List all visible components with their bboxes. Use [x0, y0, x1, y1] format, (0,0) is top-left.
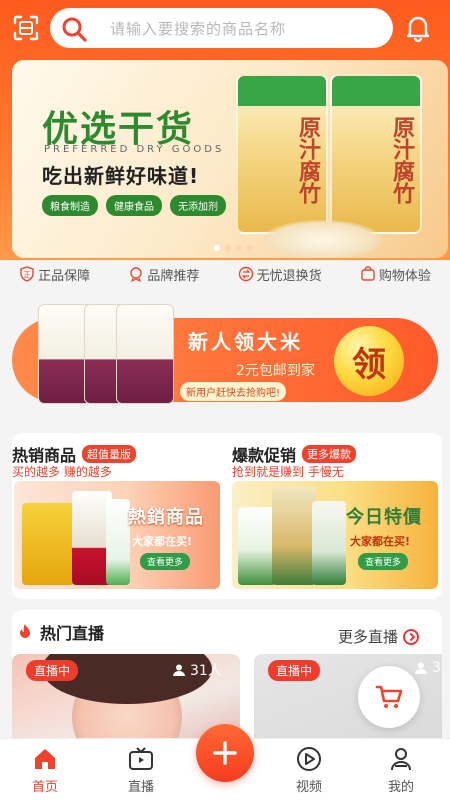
hot-image-title: 熱銷商品: [128, 507, 204, 528]
feature-label: 购物体验: [378, 268, 431, 284]
feature-label: 无忧退换货: [256, 268, 322, 284]
tab-home[interactable]: 首页: [10, 745, 80, 795]
bell-icon[interactable]: [403, 13, 433, 43]
banner-tagline: 吃出新鲜好味道!: [42, 164, 200, 188]
promo-subtitle: 2元包邮到家: [236, 363, 315, 379]
play-icon: [297, 747, 321, 771]
authentic-icon: 正: [20, 266, 34, 282]
user-icon: [391, 748, 411, 771]
hot-products-image[interactable]: 熱銷商品 大家都在买! 查看更多: [14, 481, 220, 589]
live-title: 热门直播: [40, 624, 105, 643]
chevron-right-icon: [403, 628, 420, 645]
rice-bag-image: [238, 507, 276, 585]
feature-shopping[interactable]: 购物体验: [360, 265, 431, 284]
live-card[interactable]: 直播中 31人: [12, 654, 240, 740]
pagination-dot[interactable]: [214, 245, 220, 251]
search-icon: [60, 15, 88, 43]
promo-banner[interactable]: 优选干货 PREFERRED DRY GOODS 吃出新鲜好味道! 粮食制造 健…: [12, 60, 448, 258]
pagination-dot[interactable]: [236, 245, 242, 251]
viewer-count: 31人: [172, 660, 222, 680]
search-placeholder: 请输入要搜索的商品名称: [110, 20, 287, 38]
tab-label: 我的: [387, 780, 414, 795]
rice-bag-image: [116, 304, 174, 404]
oil-bottle-image: [22, 503, 74, 585]
tab-label: 直播: [127, 780, 154, 795]
scan-icon[interactable]: [12, 14, 40, 42]
banner-tag: 无添加剂: [170, 195, 226, 216]
viewer-count-text: 3: [432, 660, 441, 676]
exchange-icon: [238, 266, 253, 282]
rice-bag-image: [312, 501, 346, 585]
tab-label: 首页: [31, 780, 58, 795]
product-bag-text: 原汁腐竹: [295, 116, 320, 204]
search-input[interactable]: 请输入要搜索的商品名称: [50, 8, 393, 48]
viewer-icon: [415, 662, 427, 674]
promo-caption: 新用户赶快去抢购吧!: [180, 382, 287, 401]
tab-mine[interactable]: 我的: [366, 745, 436, 795]
live-badge: 直播中: [26, 660, 79, 681]
feature-exchange[interactable]: 无忧退换货: [238, 265, 322, 284]
deal-card-subtitle: 抢到就是赚到 手慢无: [232, 465, 344, 479]
deal-card-badge: 更多爆款: [302, 445, 357, 463]
banner-subtitle-en: PREFERRED DRY GOODS: [44, 144, 225, 155]
feature-label: 正品保障: [38, 268, 91, 284]
brand-icon: [130, 267, 143, 282]
svg-text:正: 正: [24, 271, 31, 279]
deal-products-image[interactable]: 今日特價 大家都在买! 查看更多: [232, 481, 438, 589]
noodles-image: [262, 220, 382, 258]
search-bar-row: 请输入要搜索的商品名称: [0, 0, 450, 56]
tab-label: 视频: [295, 780, 322, 795]
more-live-link[interactable]: 更多直播: [338, 626, 420, 647]
fire-icon: [20, 624, 30, 638]
publish-button[interactable]: [196, 724, 254, 782]
pagination-dot[interactable]: [225, 245, 231, 251]
tab-live[interactable]: 直播: [106, 745, 176, 795]
banner-tag: 健康食品: [106, 195, 162, 216]
home-icon: [35, 749, 55, 769]
product-bag-image: 原汁腐竹: [330, 74, 422, 234]
deal-image-title: 今日特價: [346, 507, 422, 528]
plus-icon: [213, 741, 237, 765]
product-bag-text: 原汁腐竹: [389, 116, 414, 204]
live-badge: 直播中: [268, 660, 321, 681]
hot-card-badge: 超值量版: [82, 445, 137, 463]
product-bag-image: 原汁腐竹: [236, 74, 328, 234]
hot-image-subtitle: 大家都在买!: [132, 535, 193, 548]
feature-strip: 正 正品保障 品牌推荐 无忧退换货 购物体验: [0, 262, 450, 286]
feature-label: 品牌推荐: [147, 268, 200, 284]
deal-view-more-button[interactable]: 查看更多: [358, 553, 409, 570]
viewer-count-text: 31人: [190, 663, 222, 679]
more-live-label: 更多直播: [338, 628, 399, 646]
product-bag-image: [106, 499, 130, 585]
product-cards: 热销商品 超值量版 买的越多 赚的越多 熱銷商品 大家都在买! 查看更多 爆款促…: [12, 433, 442, 599]
cart-icon: [375, 685, 403, 708]
banner-pagination: [214, 245, 253, 251]
viewer-icon: [173, 664, 185, 676]
feature-brand[interactable]: 品牌推荐: [128, 265, 199, 284]
promo-title: 新人领大米: [188, 330, 303, 354]
deal-image-subtitle: 大家都在买!: [350, 535, 411, 548]
cart-button[interactable]: [358, 666, 420, 728]
claim-button[interactable]: 领: [334, 326, 404, 396]
tv-icon: [129, 747, 153, 770]
pagination-dot[interactable]: [247, 245, 253, 251]
hot-view-more-button[interactable]: 查看更多: [140, 553, 191, 570]
feature-authentic[interactable]: 正 正品保障: [19, 265, 90, 284]
shopping-icon: [361, 266, 375, 281]
rice-bag-image: [272, 487, 316, 585]
live-header: 热门直播: [16, 620, 104, 644]
banner-tag: 粮食制造: [42, 195, 98, 216]
hot-card-subtitle: 买的越多 赚的越多: [12, 465, 112, 479]
tab-video[interactable]: 视频: [274, 745, 344, 795]
banner-tags: 粮食制造 健康食品 无添加剂: [42, 195, 226, 216]
viewer-count: 3: [414, 660, 441, 676]
new-user-rice-promo[interactable]: 新人领大米 2元包邮到家 新用户赶快去抢购吧! 领: [12, 300, 438, 412]
